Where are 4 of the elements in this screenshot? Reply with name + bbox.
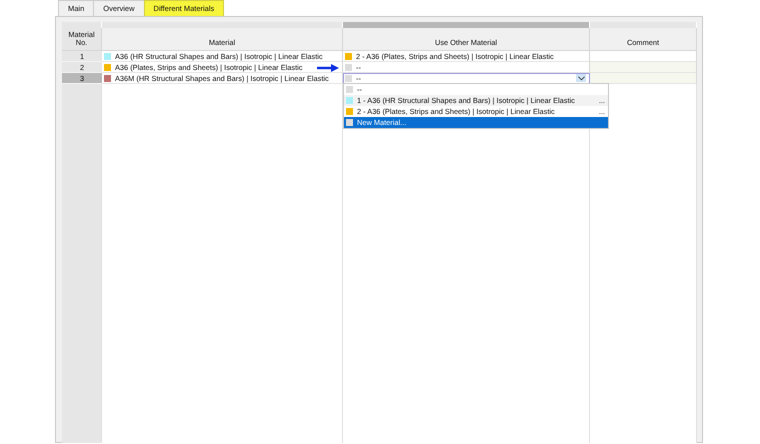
comment-cell[interactable] bbox=[590, 51, 697, 62]
comment-cell[interactable] bbox=[590, 62, 697, 73]
chevron-down-icon[interactable] bbox=[576, 74, 586, 82]
comment-cell[interactable] bbox=[590, 73, 697, 84]
